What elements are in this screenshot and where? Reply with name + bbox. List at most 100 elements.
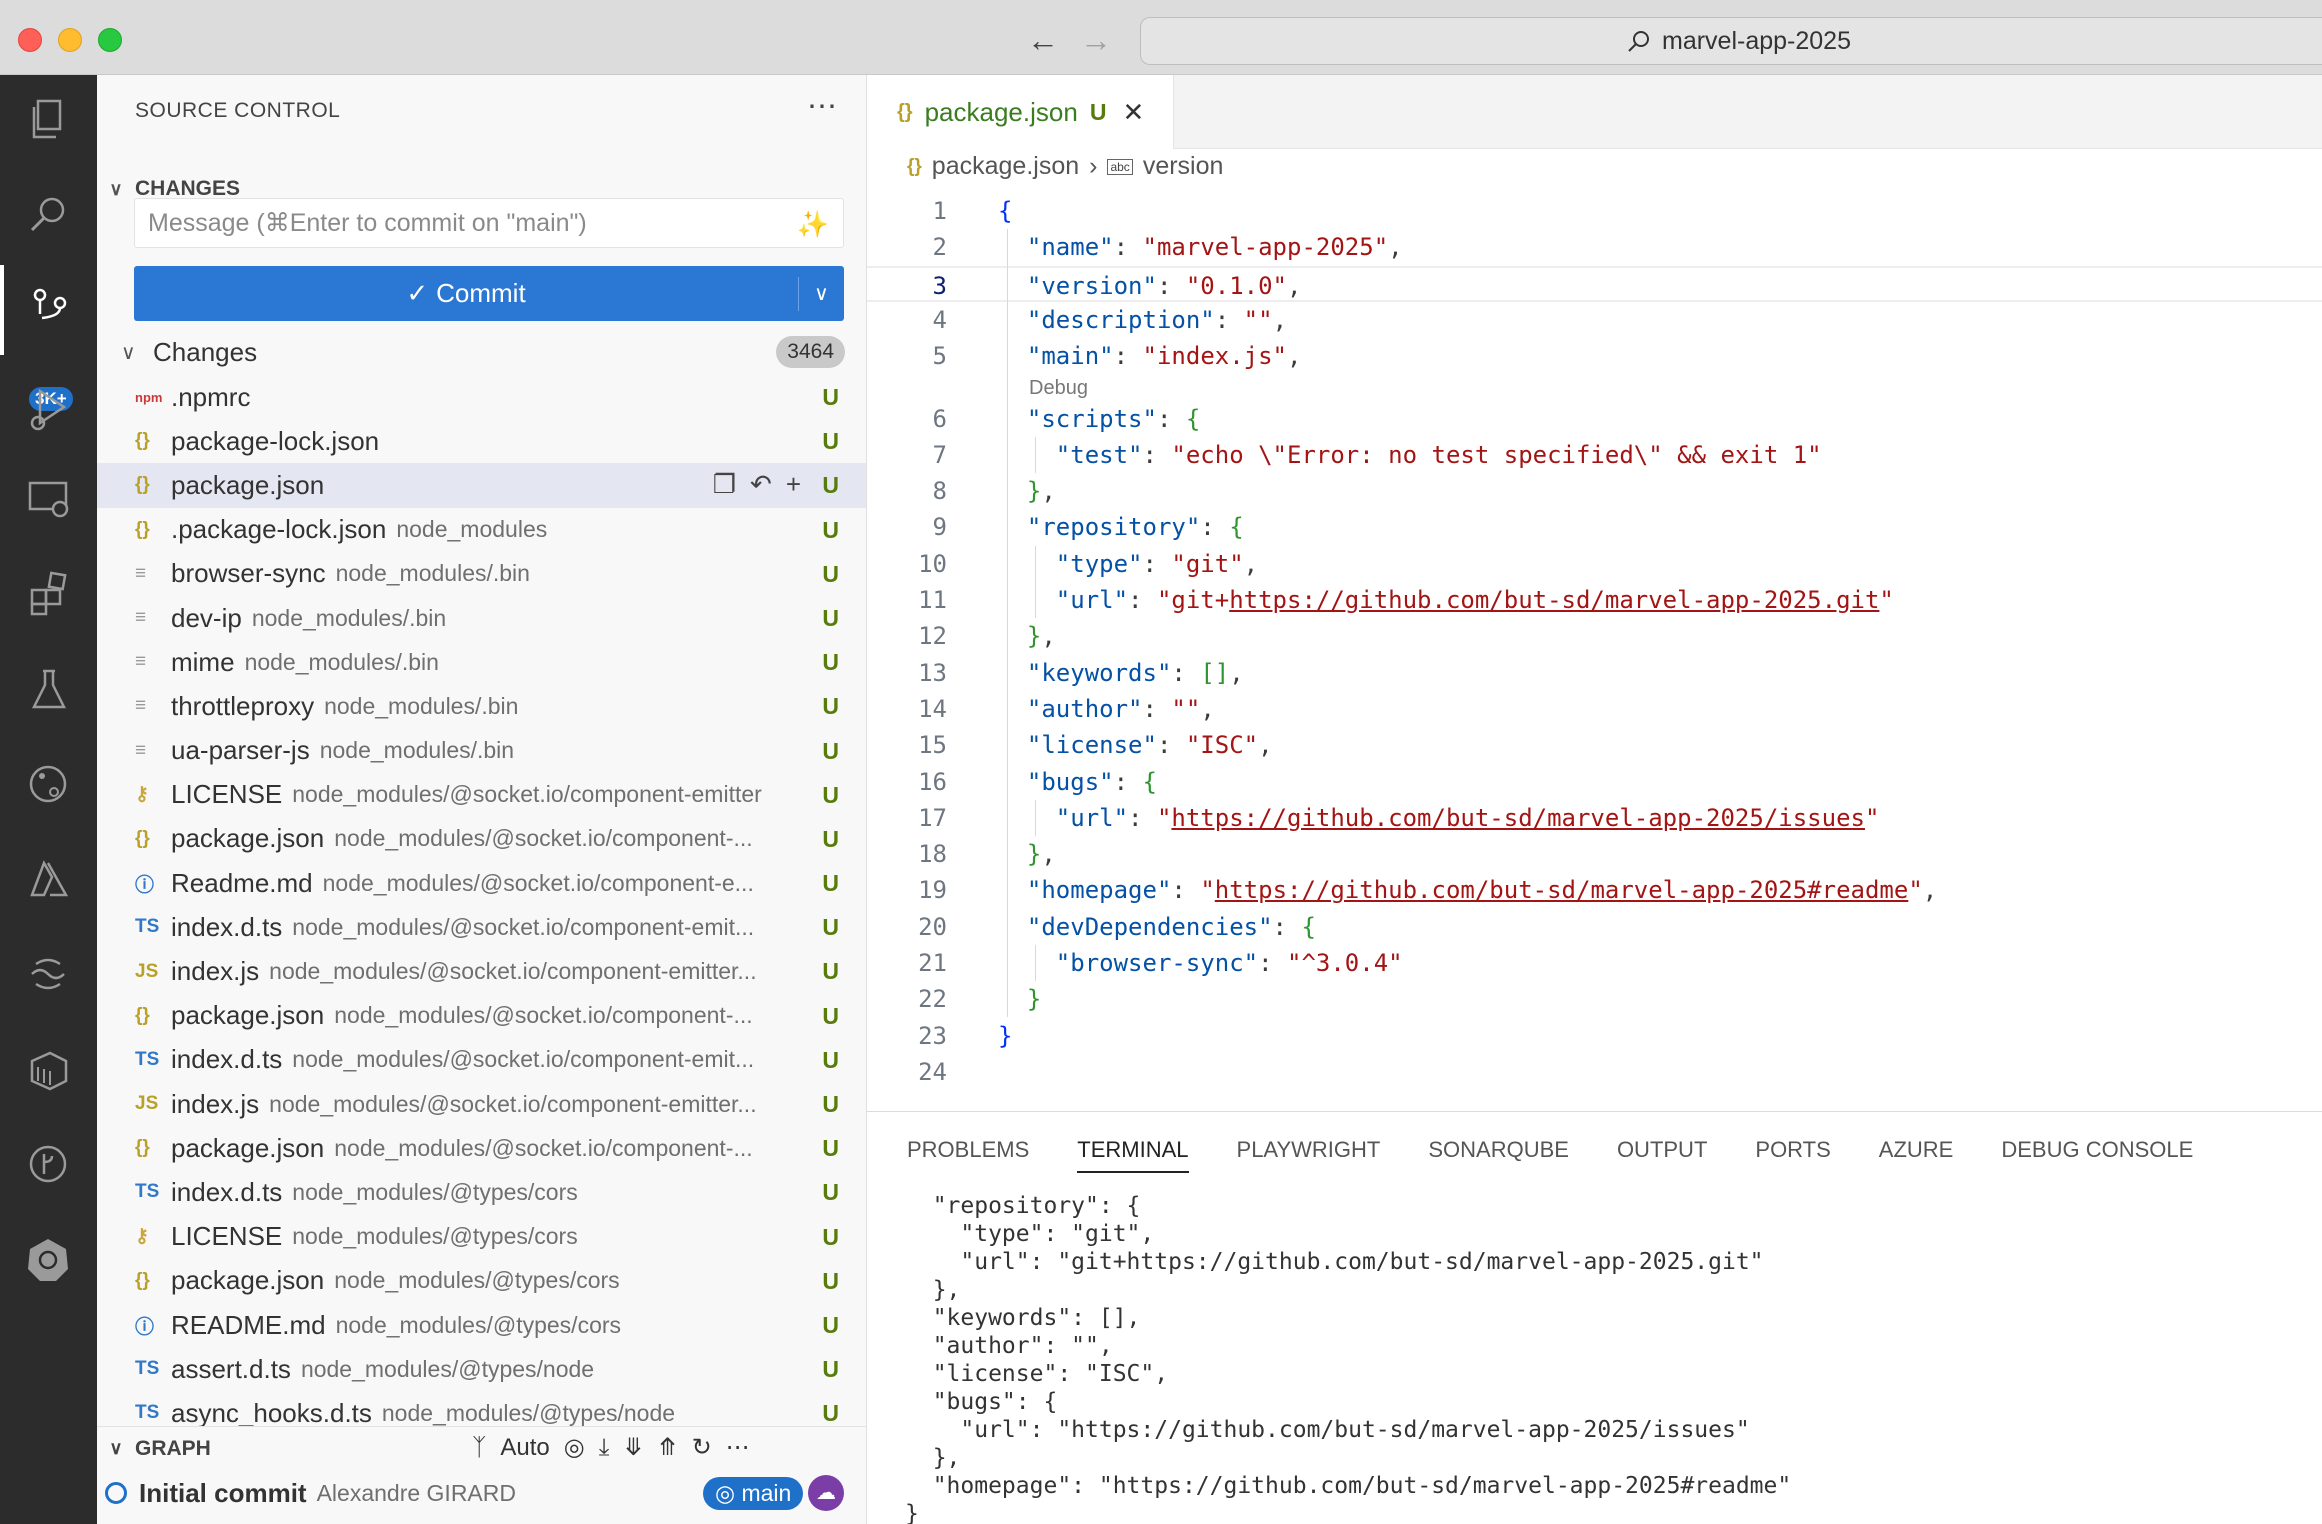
json-file-icon: {} (135, 827, 150, 849)
breadcrumb-symbol[interactable]: version (1143, 152, 1224, 181)
testing-flask-icon[interactable] (0, 645, 97, 735)
code-line: 11 "url": "git+https://github.com/but-sd… (867, 582, 2322, 618)
code-line: 10 "type": "git", (867, 546, 2322, 582)
ts-file-icon: TS (135, 1402, 160, 1424)
changed-file-row[interactable]: ⓘ Readme.md node_modules/@socket.io/compon… (97, 861, 866, 905)
code-line: 3 "version": "0.1.0", (867, 265, 2322, 302)
panel-tab-playwright[interactable]: PLAYWRIGHT (1237, 1137, 1381, 1173)
open-file-icon[interactable]: ❐ (713, 469, 736, 500)
changed-file-row[interactable]: {} package.json node_modules/@types/cors U (97, 1259, 866, 1303)
bottom-panel: PROBLEMS TERMINAL PLAYWRIGHT SONARQUBE OUTPU… (867, 1111, 2322, 1524)
git-graph-icon[interactable] (0, 1120, 97, 1210)
pull-requests-icon[interactable] (0, 740, 97, 830)
panel-tab-sonarqube[interactable]: SONARQUBE (1428, 1137, 1569, 1173)
terminal-output[interactable]: "repository": { "type": "git", "url": "g… (905, 1192, 1791, 1524)
zoom-window-button[interactable] (98, 28, 122, 52)
graph-auto-label[interactable]: Auto (500, 1434, 549, 1462)
chevron-down-icon: ∨ (121, 341, 136, 364)
panel-tab-output[interactable]: OUTPUT (1617, 1137, 1707, 1173)
changed-file-row[interactable]: {} package.json ❐ ↶ + U (97, 463, 866, 508)
file-status: U (822, 1046, 839, 1073)
changed-file-row[interactable]: TS index.d.ts node_modules/@types/cors U (97, 1170, 866, 1214)
graph-commit-row[interactable]: Initial commit Alexandre GIRARD ◎ main ☁ (97, 1471, 866, 1515)
wave-extension-icon[interactable] (0, 930, 97, 1020)
file-path: node_modules/@socket.io/component-emitte… (292, 781, 762, 808)
code-text: "main": "index.js", (1026, 342, 1302, 371)
back-arrow-icon[interactable]: ← (1025, 22, 1061, 58)
close-window-button[interactable] (18, 28, 42, 52)
fetch-icon[interactable]: ⤓ (599, 1434, 610, 1462)
commit-message-input[interactable] (135, 199, 735, 247)
sparkle-icon[interactable]: ✨ (797, 209, 829, 240)
panel-tab-debug-console[interactable]: DEBUG CONSOLE (2001, 1137, 2193, 1173)
commit-button[interactable]: ✓ Commit (134, 278, 798, 309)
extensions-icon[interactable] (0, 550, 97, 640)
changed-file-row[interactable]: ≡ browser-sync node_modules/.bin U (97, 552, 866, 596)
source-control-icon[interactable] (0, 265, 97, 355)
panel-tab-terminal[interactable]: TERMINAL (1077, 1137, 1189, 1173)
minimize-window-button[interactable] (58, 28, 82, 52)
azure-icon[interactable] (0, 835, 97, 925)
panel-tab-ports[interactable]: PORTS (1755, 1137, 1830, 1173)
run-debug-icon[interactable] (0, 365, 97, 455)
changed-file-row[interactable]: {} package.json node_modules/@socket.io/co… (97, 994, 866, 1038)
chevron-down-icon: ∨ (109, 178, 123, 199)
changed-file-row[interactable]: JS index.js node_modules/@socket.io/compon… (97, 1082, 866, 1126)
branch-icon[interactable]: ᛉ (472, 1434, 486, 1462)
changed-file-row[interactable]: TS assert.d.ts node_modules/@types/node U (97, 1347, 866, 1391)
kubernetes-icon[interactable] (0, 1215, 97, 1305)
discard-changes-icon[interactable]: ↶ (750, 469, 772, 500)
changed-file-row[interactable]: TS index.d.ts node_modules/@socket.io/comp… (97, 905, 866, 949)
push-icon[interactable]: ⤊ (657, 1433, 677, 1462)
code-text: "keywords": [], (1026, 658, 1244, 687)
changed-file-row[interactable]: npm .npmrc U (97, 375, 866, 419)
changed-file-row[interactable]: ⚷ LICENSE node_modules/@types/cors U (97, 1215, 866, 1259)
file-path: node_modules/.bin (244, 648, 439, 675)
file-name: async_hooks.d.ts (171, 1397, 372, 1428)
more-actions-icon[interactable]: ⋯ (807, 89, 837, 124)
refresh-icon[interactable]: ↻ (692, 1433, 712, 1462)
code-line: 20 "devDependencies": { (867, 909, 2322, 945)
breadcrumb-file[interactable]: package.json (932, 152, 1079, 181)
pull-icon[interactable]: ⤋ (623, 1433, 643, 1462)
file-path: node_modules/@socket.io/component-emit..… (292, 1046, 755, 1073)
changed-file-row[interactable]: {} package.json node_modules/@socket.io/co… (97, 817, 866, 861)
changed-file-row[interactable]: ≡ mime node_modules/.bin U (97, 640, 866, 684)
changes-count-badge: 3464 (776, 336, 845, 368)
panel-tab-azure[interactable]: AZURE (1879, 1137, 1954, 1173)
file-name: index.d.ts (171, 1176, 283, 1207)
file-actions: ❐ ↶ + (713, 469, 801, 500)
changed-file-row[interactable]: TS index.d.ts node_modules/@socket.io/comp… (97, 1038, 866, 1082)
file-path: node_modules/.bin (324, 692, 519, 719)
explorer-icon[interactable] (0, 75, 97, 165)
file-path: node_modules (396, 516, 548, 543)
more-actions-icon[interactable]: ⋯ (726, 1433, 750, 1462)
commit-dropdown-chevron-icon[interactable]: ∨ (799, 281, 844, 306)
changed-file-row[interactable]: {} .package-lock.json node_modules U (97, 508, 866, 552)
changed-file-row[interactable]: ≡ ua-parser-js node_modules/.bin U (97, 729, 866, 773)
changed-file-row[interactable]: ⚷ LICENSE node_modules/@socket.io/componen… (97, 773, 866, 817)
debug-codelens[interactable]: Debug (1029, 377, 1088, 400)
changed-file-row[interactable]: JS index.js node_modules/@socket.io/compon… (97, 949, 866, 993)
changed-file-row[interactable]: ≡ throttleproxy node_modules/.bin U (97, 684, 866, 728)
code-line: 16 "bugs": { (867, 764, 2322, 800)
changes-group-header[interactable]: ∨ Changes 3464 (97, 330, 866, 374)
search-view-icon[interactable] (0, 170, 97, 260)
target-icon[interactable]: ◎ (564, 1433, 585, 1462)
stage-changes-icon[interactable]: + (786, 469, 801, 500)
graph-section-header[interactable]: ∨ GRAPH ᛉ Auto ◎ ⤓ ⤋ ⤊ ↻ ⋯ (97, 1426, 866, 1470)
panel-tab-problems[interactable]: PROBLEMS (907, 1137, 1029, 1173)
close-icon[interactable]: ✕ (1122, 97, 1144, 128)
tab-package-json[interactable]: {} package.json U ✕ (867, 75, 1174, 149)
changed-file-row[interactable]: ⓘ README.md node_modules/@types/cors U (97, 1303, 866, 1347)
changed-file-row[interactable]: {} package.json node_modules/@socket.io/co… (97, 1126, 866, 1170)
forward-arrow-icon[interactable]: → (1078, 22, 1114, 58)
changed-file-row[interactable]: {} package-lock.json U (97, 419, 866, 463)
code-line: 23} (867, 1018, 2322, 1054)
changed-file-row[interactable]: ≡ dev-ip node_modules/.bin U (97, 596, 866, 640)
code-line: 7 "test": "echo \"Error: no test specifi… (867, 437, 2322, 473)
command-center-search[interactable]: marvel-app-2025 (1140, 17, 2322, 65)
indent-guide (1035, 436, 1036, 473)
containers-icon[interactable] (0, 1025, 97, 1115)
remote-explorer-icon[interactable] (0, 455, 97, 545)
